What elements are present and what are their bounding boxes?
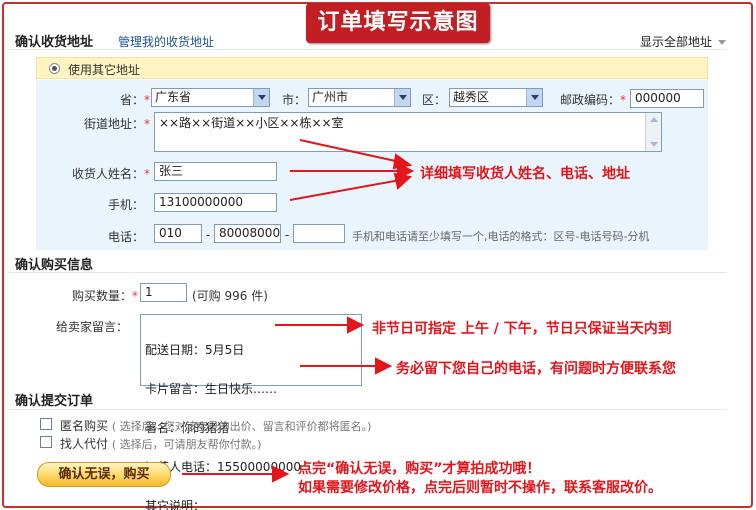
- arrowhead-icon: [375, 357, 393, 375]
- annotation-confirm-line2: 如果需要修改价格，点完后则暂时不操作，联系客服改价。: [298, 480, 662, 496]
- annotation-confirm-line1: 点完“确认无误，购买”才算拍成功哦！: [298, 461, 541, 477]
- arrowhead-icon: [272, 465, 290, 483]
- arrowhead-icon: [347, 316, 365, 334]
- annotation-arrows: [182, 139, 415, 483]
- arrowhead-icon: [393, 172, 413, 190]
- annotation-delivery: 非节日可指定 上午 / 下午，节日只保证当天内到: [372, 321, 672, 337]
- annotation-fill-info: 详细填写收货人姓名、电话、地址: [420, 166, 630, 182]
- annotation-phone-note: 务必留下您自己的电话，有问题时方便联系您: [396, 361, 676, 377]
- arrow-line: [289, 179, 401, 201]
- arrow-line: [299, 139, 401, 163]
